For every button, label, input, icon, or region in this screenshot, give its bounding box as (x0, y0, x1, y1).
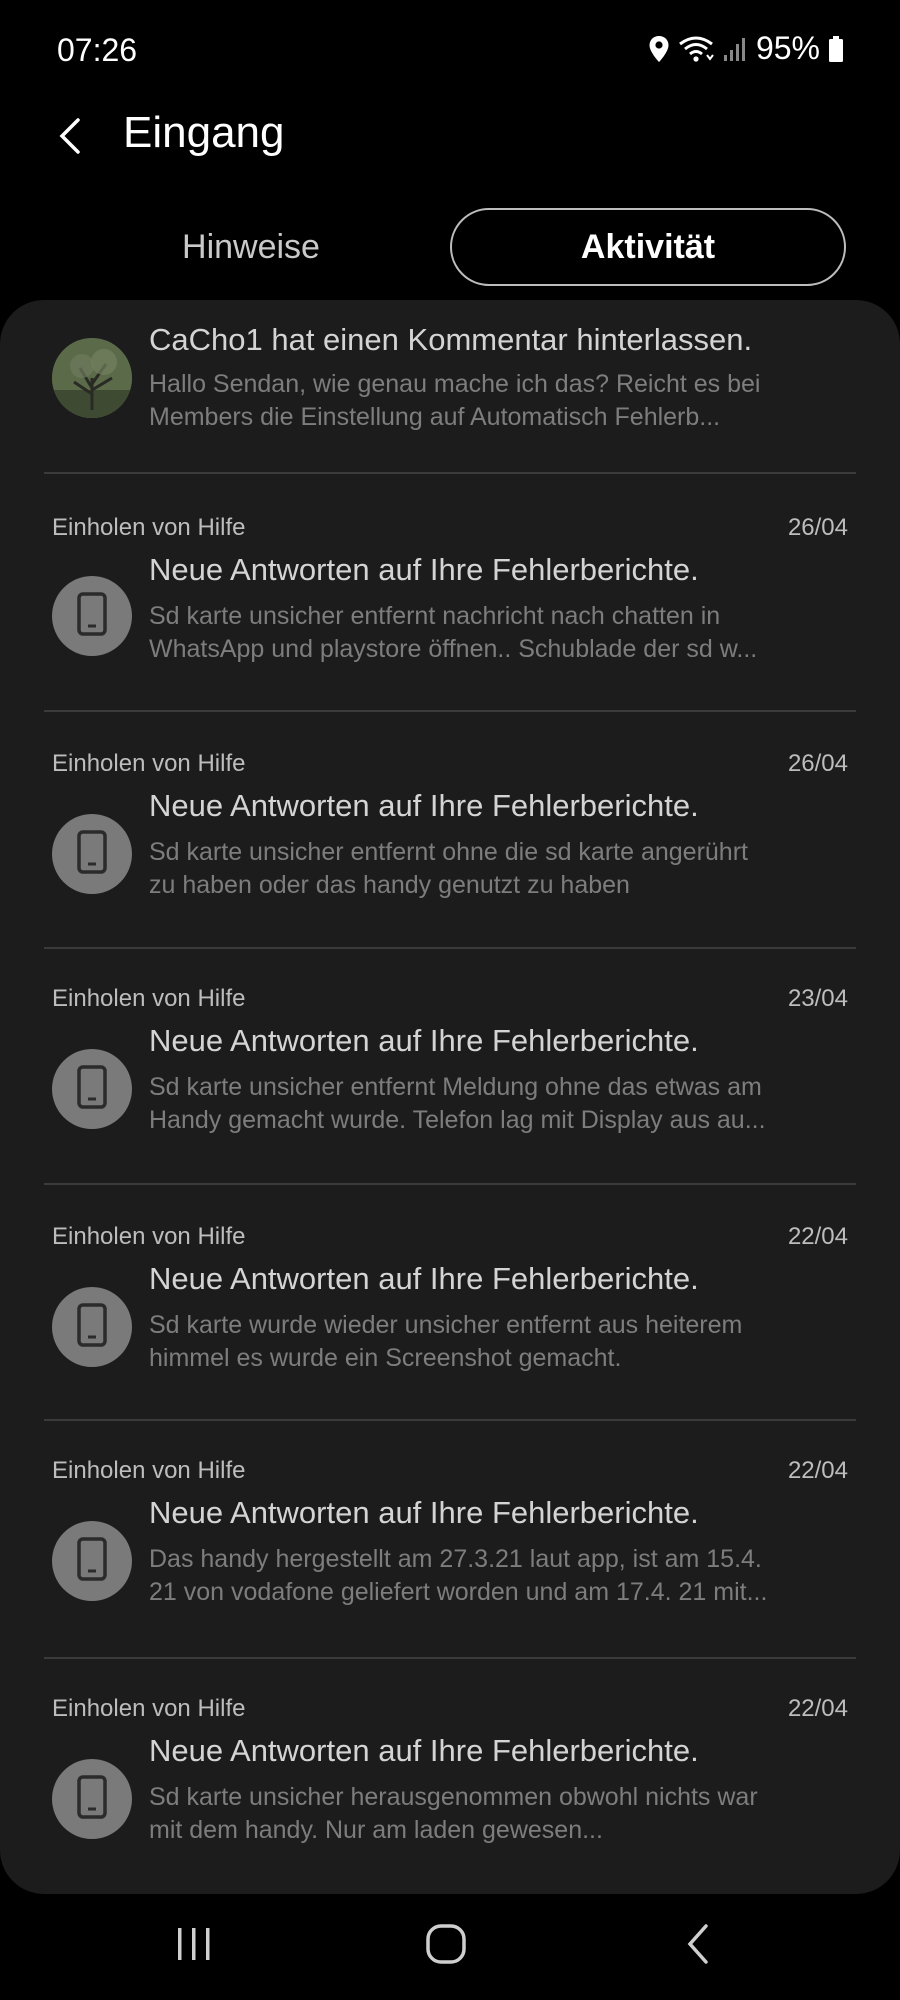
item-body: Sd karte unsicher entfernt Meldung ohne … (149, 1071, 854, 1137)
item-icon-avatar (52, 1759, 132, 1839)
item-body-line: zu haben oder das handy genutzt zu haben (149, 871, 630, 899)
tab-bar: Hinweise Aktivität (0, 208, 900, 288)
list-item[interactable]: Einholen von Hilfe 22/04 Neue Antworten … (0, 1185, 900, 1421)
phone-icon (76, 1536, 108, 1586)
phone-icon (76, 829, 108, 879)
back-button[interactable] (48, 110, 92, 166)
list-item[interactable]: Einholen von Hilfe 22/04 Neue Antworten … (0, 1659, 900, 1894)
battery-percent: 95% (755, 30, 820, 66)
item-body-line: Das handy hergestellt am 27.3.21 laut ap… (149, 1545, 762, 1573)
item-date: 22/04 (787, 1695, 848, 1722)
item-title: Neue Antworten auf Ihre Fehlerberichte. (149, 788, 699, 823)
recents-icon (174, 1924, 214, 1969)
item-title: Neue Antworten auf Ihre Fehlerberichte. (149, 1261, 699, 1296)
status-time: 07:26 (57, 32, 138, 68)
item-body: Sd karte unsicher entfernt ohne die sd k… (149, 836, 854, 902)
item-body-line: Sd karte unsicher entfernt nachricht nac… (149, 602, 721, 630)
list-item[interactable]: Einholen von Hilfe 26/04 Neue Antworten … (0, 474, 900, 710)
home-icon (424, 1922, 468, 1971)
status-bar: 07:26 95% (0, 0, 900, 104)
list-item[interactable]: Einholen von Hilfe 23/04 Neue Antworten … (0, 949, 900, 1185)
item-date: 22/04 (787, 1457, 848, 1484)
item-date: 22/04 (787, 1223, 848, 1250)
activity-list: CaCho1 hat einen Kommentar hinterlassen.… (0, 300, 900, 1894)
tab-aktivitaet[interactable]: Aktivität (450, 208, 846, 286)
item-body-line: Sd karte unsicher entfernt ohne die sd k… (149, 838, 748, 866)
signal-icon (722, 35, 748, 63)
item-body: Sd karte unsicher herausgenommen obwohl … (149, 1781, 854, 1847)
item-category: Einholen von Hilfe (52, 514, 246, 541)
nav-back-button[interactable] (658, 1916, 738, 1976)
item-date: 23/04 (787, 985, 848, 1012)
item-date: 26/04 (787, 750, 848, 777)
item-body-line: 21 von vodafone geliefert worden und am … (149, 1578, 768, 1606)
location-icon (648, 35, 670, 63)
item-title: Neue Antworten auf Ihre Fehlerberichte. (149, 552, 699, 587)
item-icon-avatar (52, 576, 132, 656)
item-body-line: WhatsApp und playstore öffnen.. Schublad… (149, 635, 758, 663)
item-title: Neue Antworten auf Ihre Fehlerberichte. (149, 1495, 699, 1530)
item-body-line: mit dem handy. Nur am laden gewesen... (149, 1816, 603, 1844)
item-category: Einholen von Hilfe (52, 750, 246, 777)
chevron-left-icon (56, 116, 84, 161)
recents-button[interactable] (154, 1916, 234, 1976)
item-category: Einholen von Hilfe (52, 985, 246, 1012)
item-category: Einholen von Hilfe (52, 1457, 246, 1484)
navigation-bar (0, 1894, 900, 2000)
item-body: Hallo Sendan, wie genau mache ich das? R… (149, 368, 854, 434)
home-button[interactable] (406, 1916, 486, 1976)
wifi-icon (678, 35, 714, 63)
item-icon-avatar (52, 1049, 132, 1129)
item-body-line: Sd karte unsicher entfernt Meldung ohne … (149, 1073, 762, 1101)
item-category: Einholen von Hilfe (52, 1695, 246, 1722)
item-category: Einholen von Hilfe (52, 1223, 246, 1250)
item-title: Neue Antworten auf Ihre Fehlerberichte. (149, 1733, 699, 1768)
item-body: Sd karte unsicher entfernt nachricht nac… (149, 600, 854, 666)
status-icons: 95% (648, 30, 844, 67)
list-item[interactable]: Einholen von Hilfe 26/04 Neue Antworten … (0, 712, 900, 948)
item-body-line: himmel es wurde ein Screenshot gemacht. (149, 1344, 622, 1372)
back-icon (684, 1922, 712, 1971)
item-title: Neue Antworten auf Ihre Fehlerberichte. (149, 1023, 699, 1058)
phone-icon (76, 1064, 108, 1114)
item-date: 26/04 (787, 514, 848, 541)
phone-icon (76, 1774, 108, 1824)
item-body-line: Handy gemacht wurde. Telefon lag mit Dis… (149, 1106, 766, 1134)
phone-icon (76, 591, 108, 641)
user-avatar (52, 338, 132, 418)
item-body-line: Hallo Sendan, wie genau mache ich das? R… (149, 370, 761, 398)
item-body-line: Sd karte wurde wieder unsicher entfernt … (149, 1311, 743, 1339)
item-body-line: Sd karte unsicher herausgenommen obwohl … (149, 1783, 758, 1811)
item-body: Das handy hergestellt am 27.3.21 laut ap… (149, 1543, 854, 1609)
list-item[interactable]: CaCho1 hat einen Kommentar hinterlassen.… (0, 300, 900, 472)
phone-icon (76, 1302, 108, 1352)
battery-icon (828, 35, 844, 63)
item-icon-avatar (52, 814, 132, 894)
item-icon-avatar (52, 1287, 132, 1367)
item-icon-avatar (52, 1521, 132, 1601)
list-item[interactable]: Einholen von Hilfe 22/04 Neue Antworten … (0, 1421, 900, 1657)
page-title: Eingang (123, 108, 285, 157)
item-body-line: Members die Einstellung auf Automatisch … (149, 403, 721, 431)
item-body: Sd karte wurde wieder unsicher entfernt … (149, 1309, 854, 1375)
item-title: CaCho1 hat einen Kommentar hinterlassen. (149, 322, 753, 357)
tab-hinweise[interactable]: Hinweise (96, 208, 406, 286)
